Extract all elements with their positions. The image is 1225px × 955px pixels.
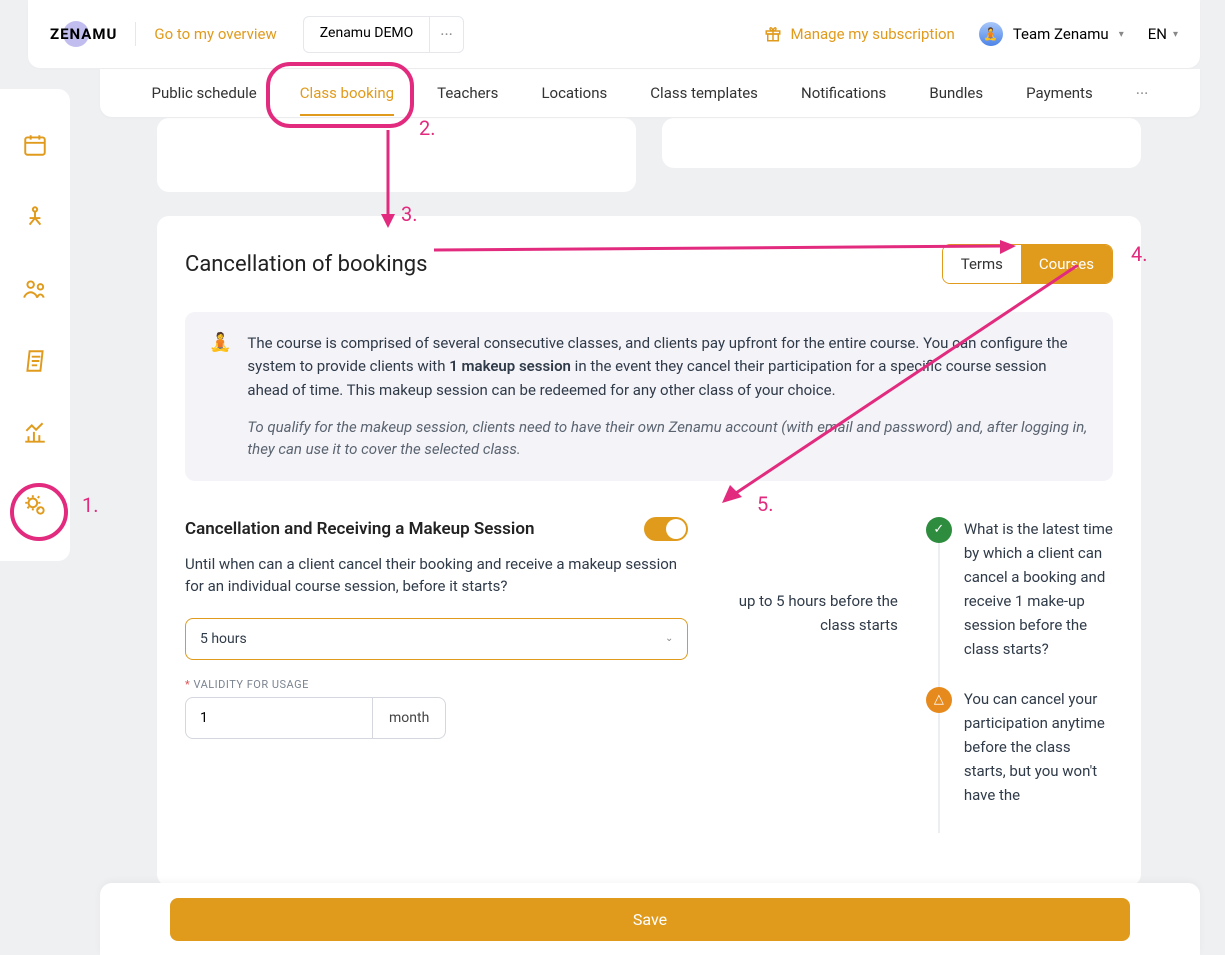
select-value: 5 hours: [200, 631, 247, 647]
logo: ZENAMU: [50, 25, 117, 43]
sidebar-settings[interactable]: [0, 469, 70, 541]
divider: [135, 22, 136, 46]
sidebar-calendar[interactable]: [0, 109, 70, 181]
sidebar-yoga[interactable]: [0, 181, 70, 253]
warning-icon: △: [926, 687, 952, 713]
tab-teachers[interactable]: Teachers: [437, 72, 498, 114]
user-name: Team Zenamu: [1013, 25, 1109, 43]
yoga-emoji-icon: 🧘: [209, 332, 231, 461]
help-text-ok: What is the latest time by which a clien…: [964, 517, 1113, 661]
tab-payments[interactable]: Payments: [1026, 72, 1093, 114]
gear-icon: [22, 492, 48, 518]
user-menu[interactable]: 🧘 Team Zenamu ▾: [979, 22, 1124, 46]
enable-toggle[interactable]: [644, 517, 688, 541]
form-left: Cancellation and Receiving a Makeup Sess…: [185, 517, 688, 833]
validity-label: * VALIDITY FOR USAGE: [185, 678, 688, 691]
help-column: ✓ What is the latest time by which a cli…: [938, 517, 1113, 833]
placeholder-card: [662, 118, 1141, 168]
language-switcher[interactable]: EN ▾: [1148, 25, 1178, 43]
demo-more-button[interactable]: ···: [430, 16, 464, 53]
tab-class-templates[interactable]: Class templates: [650, 72, 758, 114]
cancellation-card: Cancellation of bookings Terms Courses 🧘…: [157, 216, 1141, 886]
section-title: Cancellation and Receiving a Makeup Sess…: [185, 519, 534, 539]
summary-text: up to 5 hours before the class starts: [728, 589, 897, 637]
annotation-1: 1.: [82, 493, 99, 517]
avatar: 🧘: [979, 22, 1003, 46]
subscription-label: Manage my subscription: [790, 25, 954, 43]
validity-input[interactable]: [185, 697, 373, 739]
toggle-terms[interactable]: Terms: [943, 245, 1021, 283]
sidebar-chart[interactable]: [0, 397, 70, 469]
subnav-more[interactable]: ···: [1136, 84, 1149, 103]
subnav: Public schedule Class booking Teachers L…: [100, 69, 1200, 117]
chevron-down-icon: ⌄: [665, 633, 673, 644]
manage-subscription-link[interactable]: Manage my subscription: [764, 25, 954, 43]
toggle-courses[interactable]: Courses: [1021, 245, 1112, 283]
info-text: The course is comprised of several conse…: [247, 332, 1089, 402]
overview-link[interactable]: Go to my overview: [154, 25, 276, 43]
save-bar: Save: [100, 883, 1200, 955]
gift-icon: [764, 25, 782, 43]
sidebar-note[interactable]: [0, 325, 70, 397]
check-icon: ✓: [926, 517, 952, 543]
save-button[interactable]: Save: [170, 898, 1130, 941]
chevron-down-icon: ▾: [1173, 29, 1178, 40]
tab-bundles[interactable]: Bundles: [929, 72, 983, 114]
card-title: Cancellation of bookings: [185, 252, 427, 277]
tab-locations[interactable]: Locations: [541, 72, 607, 114]
people-icon: [22, 276, 48, 302]
tab-notifications[interactable]: Notifications: [801, 72, 886, 114]
note-icon: [22, 348, 48, 374]
tab-public-schedule[interactable]: Public schedule: [152, 72, 257, 114]
chevron-down-icon: ▾: [1119, 29, 1124, 40]
summary-column: up to 5 hours before the class starts: [728, 517, 897, 833]
placeholder-card: [157, 118, 636, 192]
scope-toggle: Terms Courses: [942, 244, 1113, 284]
tab-class-booking[interactable]: Class booking: [300, 72, 394, 114]
section-desc: Until when can a client cancel their boo…: [185, 553, 688, 598]
language-label: EN: [1148, 25, 1167, 43]
yoga-icon: [22, 204, 48, 230]
calendar-icon: [22, 132, 48, 158]
help-text-warn: You can cancel your participation anytim…: [964, 687, 1113, 807]
demo-selector: Zenamu DEMO ···: [277, 16, 464, 53]
demo-button[interactable]: Zenamu DEMO: [303, 16, 430, 53]
chart-icon: [22, 420, 48, 446]
sidebar: [0, 89, 70, 561]
topbar: ZENAMU Go to my overview Zenamu DEMO ···…: [28, 0, 1200, 68]
deadline-select[interactable]: 5 hours ⌄: [185, 618, 688, 660]
info-box: 🧘 The course is comprised of several con…: [185, 312, 1113, 481]
validity-unit: month: [373, 697, 446, 739]
sidebar-people[interactable]: [0, 253, 70, 325]
info-note: To qualify for the makeup session, clien…: [247, 416, 1089, 461]
